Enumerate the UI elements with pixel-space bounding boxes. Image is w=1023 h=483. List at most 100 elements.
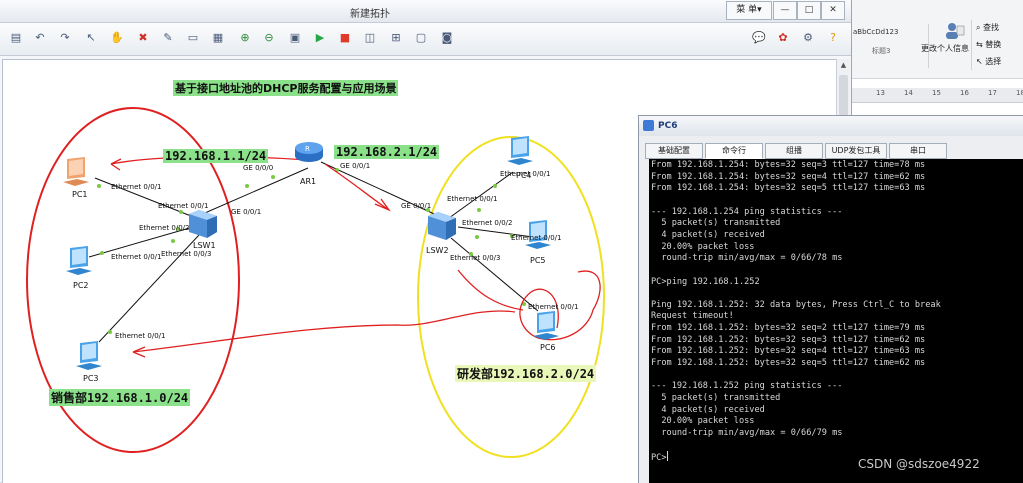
tab-3[interactable]: UDP发包工具 xyxy=(825,143,887,159)
pc6-title-bar[interactable]: PC6 xyxy=(639,116,1023,136)
chevron-down-icon: ▾ xyxy=(757,5,762,15)
title-bar[interactable]: 新建拓扑 菜 单▾ — □ ✕ xyxy=(0,0,851,23)
cursor-icon: ↖ xyxy=(976,57,986,66)
ribbon-divider xyxy=(971,20,972,70)
close-button[interactable]: ✕ xyxy=(821,1,845,20)
group-label-sales: 销售部192.168.1.0/24 xyxy=(49,389,191,406)
port-label: Ethernet 0/0/3 xyxy=(161,250,212,258)
port-label: Ethernet 0/0/1 xyxy=(500,170,551,178)
scroll-up-icon[interactable]: ▲ xyxy=(837,59,850,72)
terminal-line: 5 packet(s) transmitted xyxy=(651,218,781,229)
erase-icon[interactable]: ✎ xyxy=(161,31,175,45)
port-label: Ethernet 0/0/1 xyxy=(111,253,162,261)
device-label-pc1[interactable]: PC1 xyxy=(72,190,88,199)
tab-2[interactable]: 组播 xyxy=(765,143,823,159)
palette-icon[interactable]: ▦ xyxy=(211,31,225,45)
terminal-line: From 192.168.1.252: bytes=32 seq=2 ttl=1… xyxy=(651,323,926,334)
print-icon[interactable]: ▤ xyxy=(9,31,23,45)
rnd-group-ring xyxy=(417,136,605,458)
hand-icon[interactable]: ✋ xyxy=(110,31,124,45)
port-label: Ethernet 0/0/2 xyxy=(139,224,190,232)
ruler-number: 16 xyxy=(960,89,969,97)
replace-icon: ⇆ xyxy=(976,40,986,49)
port-label: Ethernet 0/0/1 xyxy=(528,303,579,311)
device-label-pc6[interactable]: PC6 xyxy=(540,343,556,352)
port-label: GE 0/0/0 xyxy=(243,164,274,172)
terminal-line: round-trip min/avg/max = 0/66/78 ms xyxy=(651,253,843,264)
fit-view-icon[interactable]: ▣ xyxy=(288,31,302,45)
terminal-line: 4 packet(s) received xyxy=(651,404,765,415)
style-title[interactable]: 标题3 xyxy=(872,46,890,56)
device-label-ar1[interactable]: AR1 xyxy=(300,177,316,186)
svg-text:R: R xyxy=(305,145,310,153)
terminal-line: From 192.168.1.254: bytes=32 seq=3 ttl=1… xyxy=(651,160,926,170)
zoom-out-icon[interactable]: ⊖ xyxy=(262,31,276,45)
redo-icon[interactable]: ↷ xyxy=(58,31,72,45)
terminal-line: 20.00% packet loss xyxy=(651,416,755,427)
tab-4[interactable]: 串口 xyxy=(889,143,947,159)
pointer-icon[interactable]: ↖ xyxy=(84,31,98,45)
ruler-number: 18 xyxy=(1016,89,1023,97)
stop-device-icon[interactable]: ■ xyxy=(338,31,352,45)
tab-1[interactable]: 命令行 xyxy=(705,143,763,159)
terminal-line: PC>ping 192.168.1.252 xyxy=(651,276,760,287)
select-button[interactable]: ↖ 选择 xyxy=(976,56,1001,67)
window-title: 新建拓扑 xyxy=(350,9,390,20)
screenshot-icon[interactable]: ◙ xyxy=(440,31,454,45)
port-label: Ethernet 0/0/1 xyxy=(158,202,209,210)
undo-icon[interactable]: ↶ xyxy=(33,31,47,45)
device-label-lsw2[interactable]: LSW2 xyxy=(426,246,449,255)
device-label-lsw1[interactable]: LSW1 xyxy=(193,241,216,250)
style-sample[interactable]: aBbCcDd123 xyxy=(853,28,898,36)
terminal-line: From 192.168.1.254: bytes=32 seq=5 ttl=1… xyxy=(651,183,926,194)
grid-icon[interactable]: ▢ xyxy=(414,31,428,45)
pc-icon xyxy=(76,341,102,370)
settings-gear-icon[interactable]: ⚙ xyxy=(801,31,815,45)
chat-icon[interactable]: 💬 xyxy=(752,31,766,45)
ip-label-right: 192.168.2.1/24 xyxy=(334,145,440,159)
terminal-line: 5 packet(s) transmitted xyxy=(651,393,781,403)
command-terminal[interactable]: From 192.168.1.254: bytes=32 seq=3 ttl=1… xyxy=(649,159,1023,483)
pc-offline-icon xyxy=(63,157,89,186)
person-icon[interactable] xyxy=(945,22,965,40)
start-device-icon[interactable]: ▶ xyxy=(313,31,327,45)
pc-icon xyxy=(533,311,559,340)
restore-button[interactable]: □ xyxy=(797,1,821,20)
ruler-number: 15 xyxy=(932,89,941,97)
ip-label-left: 192.168.1.1/24 xyxy=(163,149,269,163)
delete-icon[interactable]: ✖ xyxy=(136,31,150,45)
menu-button[interactable]: 菜 单▾ xyxy=(726,1,772,20)
port-label: Ethernet 0/0/1 xyxy=(447,195,498,203)
watermark: CSDN @sdszoe4922 xyxy=(858,457,980,471)
minimize-button[interactable]: — xyxy=(773,1,797,20)
huawei-logo-icon[interactable]: ✿ xyxy=(776,31,790,45)
topology-icon[interactable]: ⊞ xyxy=(389,31,403,45)
terminal-line: Request timeout! xyxy=(651,311,734,322)
terminal-line: --- 192.168.1.254 ping statistics --- xyxy=(651,206,843,217)
terminal-line: --- 192.168.1.252 ping statistics --- xyxy=(651,381,843,392)
device-label-pc2[interactable]: PC2 xyxy=(73,281,89,290)
search-icon: ⌕ xyxy=(976,23,984,32)
port-label: GE 0/0/1 xyxy=(340,162,371,170)
device-label-pc5[interactable]: PC5 xyxy=(530,256,546,265)
capture-icon[interactable]: ◫ xyxy=(363,31,377,45)
terminal-line: 20.00% packet loss xyxy=(651,241,755,252)
port-label: Ethernet 0/0/3 xyxy=(450,254,501,262)
word-ribbon: aBbCcDd123 标题3 更改个人信息 ⌕ 查找 ⇆ 替换 ↖ 选择 xyxy=(850,0,1023,79)
pc-icon xyxy=(66,246,92,275)
tab-0[interactable]: 基础配置 xyxy=(645,143,703,159)
ruler-number: 13 xyxy=(876,89,885,97)
change-person-button[interactable]: 更改个人信息 xyxy=(921,43,969,54)
replace-button[interactable]: ⇆ 替换 xyxy=(976,39,1001,50)
pc6-window: PC6 基础配置 命令行 组播 UDP发包工具 串口 From 192.168.1.25… xyxy=(638,115,1023,483)
zoom-in-icon[interactable]: ⊕ xyxy=(238,31,252,45)
find-button[interactable]: ⌕ 查找 xyxy=(976,22,999,33)
ruler-number: 14 xyxy=(904,89,913,97)
device-label-pc3[interactable]: PC3 xyxy=(83,374,99,383)
help-icon[interactable]: ? xyxy=(826,31,840,45)
text-cursor xyxy=(666,451,668,462)
text-note-icon[interactable]: ▭ xyxy=(186,31,200,45)
terminal-line: From 192.168.1.252: bytes=32 seq=3 ttl=1… xyxy=(651,334,926,345)
port-label: GE 0/0/1 xyxy=(401,202,432,210)
terminal-line: 4 packet(s) received xyxy=(651,229,765,240)
